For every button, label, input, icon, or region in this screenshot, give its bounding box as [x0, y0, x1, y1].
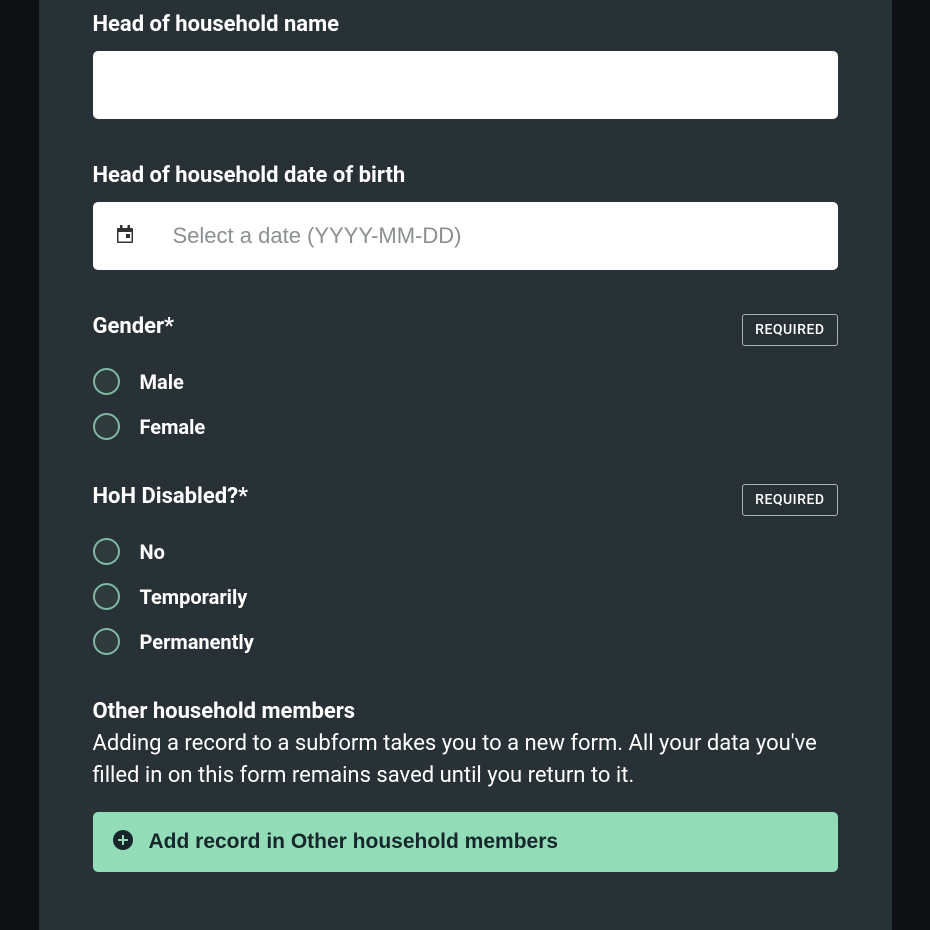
hoh-dob-label: Head of household date of birth [93, 163, 838, 188]
hoh-dob-field[interactable] [93, 202, 838, 270]
hoh-disabled-group: HoH Disabled?* REQUIRED No Temporarily P… [93, 484, 838, 655]
hoh-disabled-radio-list: No Temporarily Permanently [93, 538, 838, 655]
plus-circle-icon [113, 830, 133, 853]
radio-icon [93, 538, 120, 565]
add-record-button[interactable]: Add record in Other household members [93, 812, 838, 872]
other-members-helper: Adding a record to a subform takes you t… [93, 728, 838, 792]
add-record-button-label: Add record in Other household members [149, 830, 559, 854]
radio-icon [93, 368, 120, 395]
gender-group: Gender* REQUIRED Male Female [93, 314, 838, 440]
hoh-disabled-label-row: HoH Disabled?* REQUIRED [93, 484, 838, 516]
other-members-group: Other household members Adding a record … [93, 699, 838, 872]
radio-label: Female [140, 415, 206, 439]
gender-radio-list: Male Female [93, 368, 838, 440]
radio-label: Male [140, 370, 184, 394]
radio-icon [93, 413, 120, 440]
gender-option-female[interactable]: Female [93, 413, 838, 440]
gender-option-male[interactable]: Male [93, 368, 838, 395]
form-panel: Head of household name Head of household… [39, 0, 892, 930]
radio-icon [93, 583, 120, 610]
hoh-name-input[interactable] [93, 51, 838, 119]
hoh-disabled-option-permanently[interactable]: Permanently [93, 628, 838, 655]
radio-icon [93, 628, 120, 655]
radio-label: Permanently [140, 630, 254, 654]
other-members-label: Other household members [93, 699, 838, 724]
gender-label: Gender* [93, 314, 175, 339]
hoh-name-group: Head of household name [93, 12, 838, 119]
calendar-icon [117, 225, 133, 247]
gender-label-row: Gender* REQUIRED [93, 314, 838, 346]
hoh-name-label: Head of household name [93, 12, 838, 37]
radio-label: Temporarily [140, 585, 248, 609]
radio-label: No [140, 540, 165, 564]
hoh-dob-input[interactable] [173, 202, 814, 270]
required-badge: REQUIRED [742, 314, 837, 346]
hoh-disabled-option-temporarily[interactable]: Temporarily [93, 583, 838, 610]
hoh-disabled-label: HoH Disabled?* [93, 484, 249, 509]
hoh-dob-group: Head of household date of birth [93, 163, 838, 270]
hoh-disabled-option-no[interactable]: No [93, 538, 838, 565]
required-badge: REQUIRED [742, 484, 837, 516]
